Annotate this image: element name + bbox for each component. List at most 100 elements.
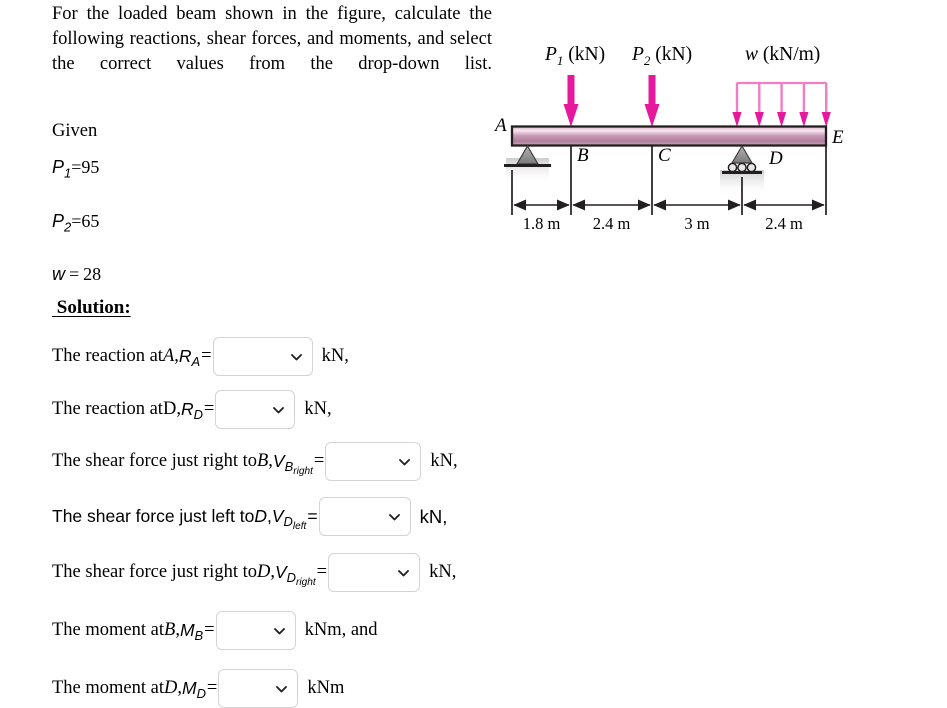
- chevron-down-icon: [397, 566, 410, 579]
- answer-equals-reaction-d: =: [203, 399, 215, 419]
- dropdown-reaction-d[interactable]: [215, 390, 296, 429]
- answer-variable-base-reaction-d: R: [180, 399, 194, 419]
- answer-variable-sub-reaction-d: D: [193, 407, 203, 422]
- label-p2: P2 (kN): [631, 44, 692, 68]
- answer-variable-sub-moment-d: D: [196, 686, 206, 701]
- beam-diagram: P1 (kN) P2 (kN) w (kN/m) A E B C D 1.8 m…: [490, 30, 945, 240]
- given-equals-p1: =: [71, 157, 82, 177]
- point-load-arrow-p2: [644, 75, 660, 127]
- answer-variable-shear-d-left: V Dleft: [271, 506, 307, 532]
- answer-point-reaction-a: A: [162, 346, 175, 366]
- solution-header: Solution:: [52, 297, 131, 319]
- given-value-w: 28: [83, 264, 102, 285]
- answer-point-moment-b: B: [164, 620, 176, 640]
- answer-variable-base-moment-b: M: [179, 620, 195, 640]
- given-value-p2: 65: [81, 210, 100, 231]
- answer-variable-base-reaction-a: R: [178, 346, 192, 366]
- answer-prefix-moment-b: The moment at: [52, 620, 164, 640]
- dimension-label-3: 3 m: [684, 214, 709, 233]
- answer-unit-shear-d-left: kN,: [419, 505, 448, 527]
- answer-variable-sub2-shear-b-right: right: [293, 466, 313, 477]
- dropdown-shear-d-right[interactable]: [328, 553, 421, 592]
- beam-body: [510, 125, 828, 147]
- dropdown-moment-d[interactable]: [218, 669, 299, 708]
- answer-equals-shear-b-right: =: [313, 451, 325, 471]
- answer-variable-reaction-a: RA: [178, 346, 201, 369]
- chevron-down-icon: [290, 350, 303, 363]
- answer-point-shear-d-right: D: [256, 562, 271, 582]
- dimension-label-2: 2.4 m: [593, 214, 631, 233]
- answer-row-moment-b: The moment at B, M B = kNm, and: [52, 611, 378, 650]
- dropdown-shear-d-left[interactable]: [318, 497, 411, 536]
- answer-equals-shear-d-right: =: [316, 562, 328, 582]
- dropdown-shear-b-right[interactable]: [325, 442, 422, 481]
- answer-variable-sub-letter-shear-d-right: D: [286, 570, 297, 585]
- answer-variable-sub2-shear-d-right: right: [296, 577, 316, 588]
- point-load-arrow-p1: [563, 75, 579, 127]
- chevron-down-icon: [398, 455, 411, 468]
- distributed-load-arrows: [732, 83, 831, 127]
- answer-unit-moment-b: kNm, and: [304, 620, 378, 640]
- answer-variable-base-shear-d-left: V: [271, 506, 284, 526]
- answer-variable-base-shear-d-right: V: [274, 562, 287, 582]
- answer-row-shear-d-right: The shear force just right to D, V Dright…: [52, 553, 456, 592]
- answer-prefix-reaction-d: The reaction at: [52, 399, 163, 419]
- answer-unit-reaction-a: kN,: [321, 346, 349, 366]
- given-value-p1: 95: [81, 157, 100, 177]
- answer-row-reaction-d: The reaction at D, R D = kN,: [52, 390, 332, 429]
- answer-variable-sub-moment-b: B: [194, 628, 204, 643]
- answer-variable-sub-shear-b-right: Bright: [284, 459, 313, 477]
- answer-point-moment-d: D: [164, 678, 178, 698]
- answer-row-shear-b-right: The shear force just right to B, V Bright…: [52, 442, 458, 481]
- answer-variable-sub-letter-shear-d-left: D: [283, 514, 293, 529]
- answer-equals-shear-d-left: =: [307, 506, 318, 526]
- answer-variable-moment-b: MB: [179, 620, 204, 643]
- answer-variable-base-shear-b-right: V: [272, 451, 285, 471]
- chevron-down-icon: [272, 403, 285, 416]
- given-symbol-w: w: [52, 264, 65, 285]
- problem-statement: For the loaded beam shown in the figure,…: [52, 4, 492, 74]
- answer-row-reaction-a: The reaction at A, R A = kN,: [52, 337, 349, 376]
- dimension-label-1: 1.8 m: [523, 214, 561, 233]
- answer-variable-sub-reaction-a: A: [191, 354, 201, 369]
- answer-row-shear-d-left: The shear force just left to D, V Dleft = …: [52, 497, 447, 536]
- given-item-p1: P1=95: [52, 156, 352, 185]
- answer-prefix-reaction-a: The reaction at: [52, 346, 163, 366]
- answer-point-shear-b-right: B: [256, 451, 269, 471]
- given-item-w: w = 28: [52, 263, 352, 285]
- given-item-p2: P2=65: [52, 210, 352, 239]
- answer-equals-reaction-a: =: [201, 346, 212, 366]
- dropdown-moment-b[interactable]: [215, 611, 296, 650]
- answer-variable-sub2-shear-d-left: left: [292, 521, 307, 532]
- answer-equals-moment-d: =: [206, 678, 218, 698]
- answer-variable-sub-shear-d-right: Dright: [286, 570, 316, 588]
- chevron-down-icon: [273, 624, 286, 637]
- given-equals-w: =: [69, 264, 80, 285]
- answer-prefix-shear-d-right: The shear force just right to: [52, 562, 257, 582]
- answer-point-reaction-d: D: [162, 399, 177, 419]
- dropdown-reaction-a[interactable]: [212, 337, 313, 376]
- given-symbol-p1: P: [52, 157, 65, 177]
- node-label-a: A: [493, 115, 507, 136]
- solution-header-text: Solution:: [56, 297, 131, 318]
- answer-unit-shear-d-right: kN,: [429, 562, 457, 582]
- answer-variable-base-moment-d: M: [182, 678, 197, 698]
- answer-variable-shear-b-right: V Bright: [272, 451, 313, 477]
- answer-point-shear-d-left: D: [254, 506, 267, 526]
- given-equals-p2: =: [71, 210, 82, 231]
- answer-prefix-shear-d-left: The shear force just left to: [52, 506, 255, 526]
- answer-prefix-moment-d: The moment at: [52, 678, 164, 698]
- label-p1: P1 (kN): [544, 44, 605, 68]
- dimension-label-4: 2.4 m: [765, 214, 803, 233]
- answer-row-moment-d: The moment at D, M D = kNm: [52, 669, 344, 708]
- label-w: w (kN/m): [745, 44, 820, 65]
- answer-variable-sub-letter-shear-b-right: B: [284, 459, 294, 474]
- answer-variable-sub-shear-d-left: Dleft: [283, 514, 307, 532]
- answer-equals-moment-b: =: [204, 620, 215, 640]
- answer-prefix-shear-b-right: The shear force just right to: [52, 451, 257, 471]
- answer-unit-shear-b-right: kN,: [430, 451, 458, 471]
- support-pin-a: [504, 144, 551, 184]
- answer-variable-reaction-d: RD: [180, 399, 203, 422]
- answer-unit-reaction-d: kN,: [304, 399, 332, 419]
- given-symbol-p2: P: [52, 210, 65, 231]
